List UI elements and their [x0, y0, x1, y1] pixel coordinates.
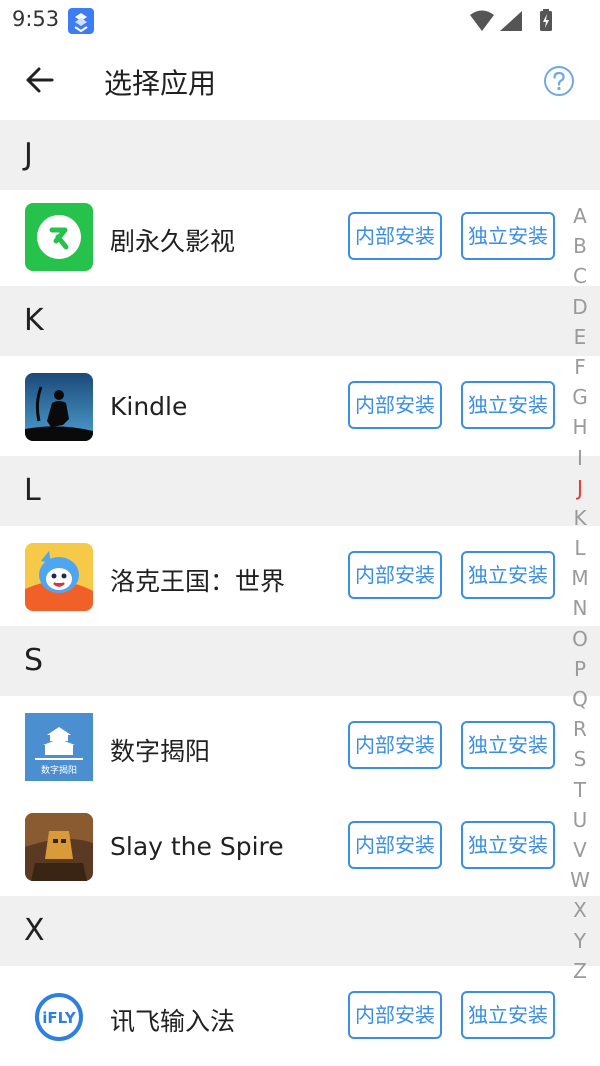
index-letter-n[interactable]: N [566, 593, 594, 623]
index-letter-e[interactable]: E [566, 322, 594, 352]
internal-install-button[interactable]: 内部安装 [348, 381, 442, 429]
internal-install-button[interactable]: 内部安装 [348, 212, 442, 260]
app-list: J 剧永久影视 内部安装 独立安装 K Kindle 内部安装 独立安装 L 洛… [0, 120, 600, 1066]
section-letter: K [24, 303, 44, 338]
standalone-install-button[interactable]: 独立安装 [461, 381, 555, 429]
digital-jieyang-icon: 数字揭阳 [25, 713, 93, 781]
section-header: S [0, 626, 600, 696]
app-name: 数字揭阳 [110, 737, 211, 766]
index-letter-d[interactable]: D [566, 292, 594, 322]
status-indicators [468, 9, 554, 37]
status-bar: 9:53 [0, 0, 600, 40]
standalone-install-button[interactable]: 独立安装 [461, 212, 555, 260]
section-letter: S [24, 643, 44, 678]
index-letter-t[interactable]: T [566, 775, 594, 805]
index-letter-f[interactable]: F [566, 352, 594, 382]
app-name: Slay the Spire [110, 832, 284, 861]
battery-charging-icon [540, 9, 552, 31]
index-letter-m[interactable]: M [566, 563, 594, 593]
index-letter-q[interactable]: Q [566, 684, 594, 714]
index-letter-h[interactable]: H [566, 412, 594, 442]
standalone-install-button[interactable]: 独立安装 [461, 821, 555, 869]
list-item: Slay the Spire 内部安装 独立安装 [0, 796, 600, 896]
kindle-icon [25, 373, 93, 441]
index-letter-l[interactable]: L [566, 533, 594, 563]
slay-the-spire-icon [25, 813, 93, 881]
signal-icon [500, 11, 522, 31]
roco-kingdom-icon [25, 543, 93, 611]
icon-label: 数字揭阳 [41, 764, 77, 776]
index-letter-b[interactable]: B [566, 231, 594, 261]
index-letter-u[interactable]: U [566, 805, 594, 835]
section-header: X [0, 896, 600, 966]
index-letter-s[interactable]: S [566, 744, 594, 774]
index-letter-z[interactable]: Z [566, 956, 594, 986]
page-title: 选择应用 [104, 67, 217, 100]
index-letter-c[interactable]: C [566, 261, 594, 291]
internal-install-button[interactable]: 内部安装 [348, 991, 442, 1039]
app-name: Kindle [110, 392, 188, 421]
standalone-install-button[interactable]: 独立安装 [461, 721, 555, 769]
section-header: J [0, 120, 600, 190]
app-bar: 选择应用 [0, 40, 600, 120]
internal-install-button[interactable]: 内部安装 [348, 821, 442, 869]
app-name: 剧永久影视 [110, 227, 236, 256]
internal-install-button[interactable]: 内部安装 [348, 551, 442, 599]
section-header: L [0, 456, 600, 526]
list-item: 数字揭阳 数字揭阳 内部安装 独立安装 [0, 696, 600, 796]
index-letter-k[interactable]: K [566, 503, 594, 533]
status-time: 9:53 [12, 7, 60, 31]
index-letter-x[interactable]: X [566, 895, 594, 925]
index-letter-y[interactable]: Y [566, 926, 594, 956]
list-item: iFLY 讯飞输入法 内部安装 独立安装 [0, 966, 600, 1066]
section-letter: X [24, 913, 45, 948]
index-letter-p[interactable]: P [566, 654, 594, 684]
standalone-install-button[interactable]: 独立安装 [461, 551, 555, 599]
index-letter-a[interactable]: A [566, 201, 594, 231]
index-letter-i[interactable]: I [566, 443, 594, 473]
list-item: 剧永久影视 内部安装 独立安装 [0, 190, 600, 286]
section-letter: L [24, 473, 41, 508]
wifi-icon [470, 10, 494, 31]
arrow-back-icon[interactable] [20, 60, 60, 100]
index-letter-r[interactable]: R [566, 714, 594, 744]
internal-install-button[interactable]: 内部安装 [348, 721, 442, 769]
app-name: 洛克王国：世界 [110, 567, 286, 596]
notification-app-icon [68, 8, 94, 34]
alphabet-index-bar[interactable]: A B C D E F G H I J K L M N O P Q R S T … [566, 201, 594, 986]
index-letter-w[interactable]: W [566, 865, 594, 895]
app-name: 讯飞输入法 [110, 1007, 236, 1036]
section-header: K [0, 286, 600, 356]
index-letter-g[interactable]: G [566, 382, 594, 412]
ifly-input-icon: iFLY [25, 983, 93, 1051]
help-circle-icon[interactable] [542, 64, 576, 98]
icon-label: iFLY [42, 1009, 77, 1027]
standalone-install-button[interactable]: 独立安装 [461, 991, 555, 1039]
index-letter-o[interactable]: O [566, 624, 594, 654]
section-letter: J [24, 137, 33, 172]
list-item: 洛克王国：世界 内部安装 独立安装 [0, 526, 600, 626]
list-item: Kindle 内部安装 独立安装 [0, 356, 600, 456]
jyj-video-icon [25, 203, 93, 271]
index-letter-j[interactable]: J [566, 473, 594, 503]
index-letter-v[interactable]: V [566, 835, 594, 865]
